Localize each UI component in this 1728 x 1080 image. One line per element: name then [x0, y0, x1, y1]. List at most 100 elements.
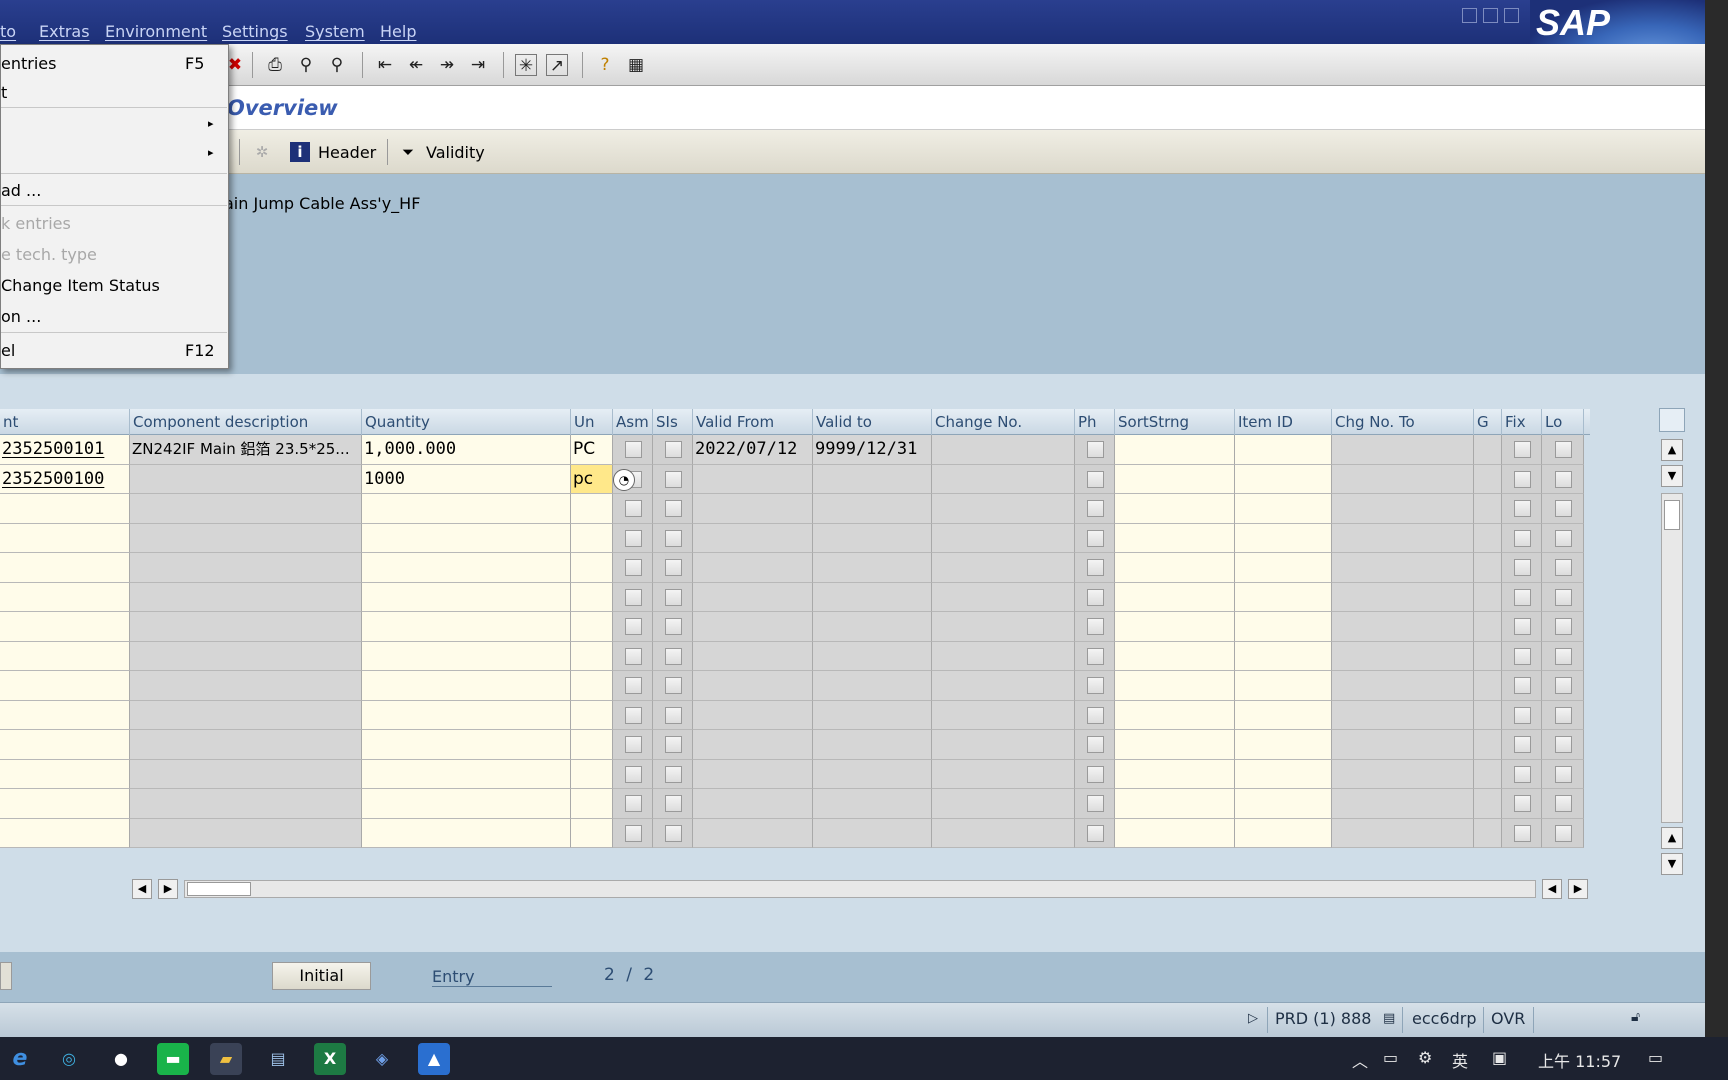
- checkbox[interactable]: [665, 824, 682, 842]
- lo-checkbox[interactable]: [1542, 494, 1584, 524]
- checkbox[interactable]: [1087, 765, 1104, 783]
- quantity-field[interactable]: [362, 494, 571, 524]
- checkbox[interactable]: [1514, 529, 1531, 547]
- col-phantom[interactable]: Ph: [1075, 409, 1115, 435]
- quantity-field[interactable]: [362, 759, 571, 789]
- col-sis[interactable]: SIs: [653, 409, 693, 435]
- component-field[interactable]: [0, 700, 130, 730]
- checkbox[interactable]: [1514, 677, 1531, 694]
- sis-checkbox[interactable]: [653, 759, 693, 789]
- checkbox[interactable]: [1514, 824, 1531, 842]
- assembly-checkbox[interactable]: [613, 582, 653, 612]
- minimize-icon[interactable]: [1462, 8, 1477, 23]
- col-component[interactable]: nt: [0, 409, 130, 435]
- item-id-field[interactable]: [1235, 553, 1332, 583]
- sort-string-field[interactable]: [1115, 818, 1235, 848]
- checkbox[interactable]: [1555, 706, 1572, 724]
- checkbox[interactable]: [1087, 500, 1104, 517]
- item-id-field[interactable]: [1235, 435, 1332, 465]
- item-id-field[interactable]: [1235, 730, 1332, 760]
- fix-checkbox[interactable]: [1502, 641, 1542, 671]
- menu-item[interactable]: on ...: [1, 304, 227, 330]
- component-field[interactable]: [0, 730, 130, 760]
- component-field[interactable]: 2352500101: [0, 435, 130, 465]
- checkbox[interactable]: [665, 470, 682, 488]
- sort-string-field[interactable]: [1115, 641, 1235, 671]
- quantity-field[interactable]: [362, 612, 571, 642]
- notepad-icon[interactable]: ▤: [262, 1043, 294, 1075]
- sis-checkbox[interactable]: [653, 700, 693, 730]
- menu-item[interactable]: ad ...: [1, 178, 227, 204]
- checkbox[interactable]: [1555, 588, 1572, 606]
- table-settings-icon[interactable]: [1659, 408, 1685, 432]
- fix-checkbox[interactable]: [1502, 759, 1542, 789]
- checkbox[interactable]: [665, 500, 682, 517]
- phantom-checkbox[interactable]: [1075, 700, 1115, 730]
- checkbox[interactable]: [1555, 765, 1572, 783]
- phantom-checkbox[interactable]: [1075, 641, 1115, 671]
- phantom-checkbox[interactable]: [1075, 759, 1115, 789]
- checkbox[interactable]: [1555, 618, 1572, 635]
- quantity-field[interactable]: [362, 789, 571, 819]
- sort-string-field[interactable]: [1115, 700, 1235, 730]
- find-icon[interactable]: ⚲: [295, 54, 317, 76]
- fix-checkbox[interactable]: [1502, 612, 1542, 642]
- component-field[interactable]: [0, 523, 130, 553]
- previous-page-icon[interactable]: ↞: [405, 54, 427, 76]
- sort-string-field[interactable]: [1115, 612, 1235, 642]
- phantom-checkbox[interactable]: [1075, 464, 1115, 494]
- sort-string-field[interactable]: [1115, 730, 1235, 760]
- fix-checkbox[interactable]: [1502, 582, 1542, 612]
- item-id-field[interactable]: [1235, 700, 1332, 730]
- unit-field[interactable]: [571, 553, 613, 583]
- component-field[interactable]: [0, 494, 130, 524]
- menu-item[interactable]: t: [1, 80, 227, 106]
- sis-checkbox[interactable]: [653, 435, 693, 465]
- checkbox[interactable]: [1087, 706, 1104, 724]
- item-id-field[interactable]: [1235, 612, 1332, 642]
- vertical-scrollbar[interactable]: ▲ ▼ ▲ ▼: [1659, 433, 1685, 875]
- phantom-checkbox[interactable]: [1075, 553, 1115, 583]
- checkbox[interactable]: [1555, 529, 1572, 547]
- lo-checkbox[interactable]: [1542, 818, 1584, 848]
- component-field[interactable]: [0, 582, 130, 612]
- checkbox[interactable]: [1087, 824, 1104, 842]
- scroll-up-icon[interactable]: ▲: [1661, 439, 1683, 461]
- layout-menu-icon[interactable]: ▦: [625, 54, 647, 76]
- checkbox[interactable]: [1514, 500, 1531, 517]
- unit-field[interactable]: [571, 494, 613, 524]
- fix-checkbox[interactable]: [1502, 494, 1542, 524]
- phantom-checkbox[interactable]: [1075, 494, 1115, 524]
- checkbox[interactable]: [1514, 647, 1531, 665]
- scroll-page-up-icon[interactable]: ▲: [1661, 827, 1683, 849]
- assembly-checkbox[interactable]: [613, 700, 653, 730]
- checkbox[interactable]: [665, 618, 682, 635]
- sis-checkbox[interactable]: [653, 730, 693, 760]
- checkbox[interactable]: [1555, 441, 1572, 458]
- component-field[interactable]: [0, 671, 130, 701]
- item-id-field[interactable]: [1235, 523, 1332, 553]
- checkbox[interactable]: [1087, 470, 1104, 488]
- col-component-description[interactable]: Component description: [130, 409, 362, 435]
- checkbox[interactable]: [1087, 618, 1104, 635]
- menu-item[interactable]: Change Item Status: [1, 273, 227, 299]
- checkbox[interactable]: [625, 500, 642, 517]
- col-unit[interactable]: Un: [571, 409, 613, 435]
- scroll-page-down-icon[interactable]: ▼: [1661, 853, 1683, 875]
- checkbox[interactable]: [625, 736, 642, 753]
- sis-checkbox[interactable]: [653, 789, 693, 819]
- checkbox[interactable]: [665, 559, 682, 576]
- quantity-field[interactable]: [362, 818, 571, 848]
- col-change-no[interactable]: Change No.: [932, 409, 1075, 435]
- checkbox[interactable]: [1087, 441, 1104, 458]
- component-field[interactable]: [0, 553, 130, 583]
- assembly-checkbox[interactable]: [613, 523, 653, 553]
- fix-checkbox[interactable]: [1502, 523, 1542, 553]
- checkbox[interactable]: [1514, 706, 1531, 724]
- menu-extras[interactable]: Extras: [39, 22, 90, 41]
- lo-checkbox[interactable]: [1542, 553, 1584, 583]
- fix-checkbox[interactable]: [1502, 553, 1542, 583]
- menu-help[interactable]: Help: [380, 22, 416, 41]
- phantom-checkbox[interactable]: [1075, 789, 1115, 819]
- item-id-field[interactable]: [1235, 582, 1332, 612]
